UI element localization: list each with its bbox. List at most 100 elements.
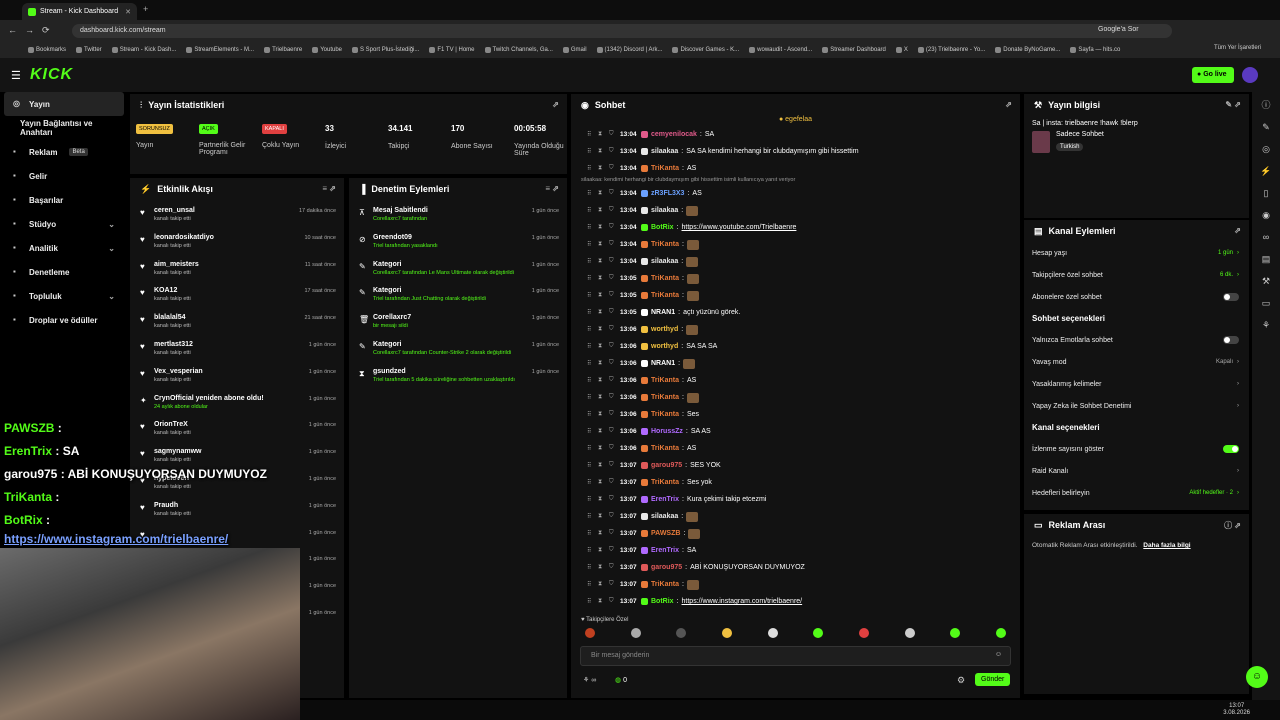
chat-message[interactable]: ⠿ ⧗ ⛉ 13:04 silaakaa: SA SA kendimi herhangi … bbox=[571, 143, 1020, 160]
chevron-right-icon[interactable]: › bbox=[1237, 272, 1239, 278]
shield-icon[interactable]: ⛉ bbox=[609, 530, 617, 537]
chat-message[interactable]: ⠿ ⧗ ⛉ 13:04 silaakaa: bbox=[571, 253, 1020, 270]
more-icon[interactable]: ⠿ bbox=[587, 207, 595, 214]
more-icon[interactable]: ⠿ bbox=[587, 496, 595, 503]
sidebar-item[interactable]: ▪ Başarılar bbox=[0, 188, 128, 212]
username[interactable]: HorussZz bbox=[651, 428, 683, 435]
timeout-icon[interactable]: ⧗ bbox=[598, 343, 606, 350]
sidebar-item[interactable]: ▪ Analitik ⌄ bbox=[0, 236, 128, 260]
shield-icon[interactable]: ⛉ bbox=[609, 564, 617, 571]
emoji-icon[interactable]: ☺ bbox=[995, 651, 1002, 658]
username[interactable]: PAWSZB bbox=[651, 530, 680, 537]
link-icon[interactable]: ∞ bbox=[1257, 228, 1275, 246]
bookmark-item[interactable]: Sayfa — hits.co bbox=[1070, 46, 1120, 54]
shield-icon[interactable]: ⛉ bbox=[609, 131, 617, 138]
timeout-icon[interactable]: ⧗ bbox=[598, 411, 606, 418]
popout-icon[interactable]: ⇗ bbox=[552, 100, 559, 109]
pen-icon[interactable]: ✎ bbox=[1257, 118, 1275, 136]
bookmark-item[interactable]: wowaudit - Ascend... bbox=[749, 46, 812, 54]
setting-row[interactable]: İzlenme sayısını göster bbox=[1024, 438, 1249, 460]
shield-icon[interactable]: ⛉ bbox=[609, 581, 617, 588]
chevron-right-icon[interactable]: › bbox=[1237, 468, 1239, 474]
timeout-icon[interactable]: ⧗ bbox=[598, 292, 606, 299]
timeout-icon[interactable]: ⧗ bbox=[598, 165, 606, 172]
more-icon[interactable]: ⠿ bbox=[587, 131, 595, 138]
bookmark-item[interactable]: Gmail bbox=[562, 46, 587, 54]
shield-icon[interactable]: ⛉ bbox=[609, 428, 617, 435]
chat-message[interactable]: ⠿ ⧗ ⛉ 13:04 TriKanta: bbox=[571, 236, 1020, 253]
shield-icon[interactable]: ⛉ bbox=[609, 241, 617, 248]
username[interactable]: TriKanta bbox=[651, 479, 679, 486]
chat-message[interactable]: ⠿ ⧗ ⛉ 13:04 TriKanta: AS bbox=[571, 160, 1020, 177]
timeout-icon[interactable]: ⧗ bbox=[598, 275, 606, 282]
shield-icon[interactable]: ⛉ bbox=[609, 326, 617, 333]
bookmark-item[interactable]: Streamer Dashboard bbox=[822, 46, 886, 54]
username[interactable]: garou975 bbox=[651, 462, 682, 469]
timeout-icon[interactable]: ⧗ bbox=[598, 479, 606, 486]
more-icon[interactable]: ⠿ bbox=[587, 326, 595, 333]
more-icon[interactable]: ⠿ bbox=[587, 564, 595, 571]
username[interactable]: TriKanta bbox=[651, 275, 679, 282]
more-icon[interactable]: ⠿ bbox=[587, 190, 595, 197]
username[interactable]: silaakaa bbox=[651, 258, 678, 265]
shield-icon[interactable]: ⛉ bbox=[609, 224, 617, 231]
shield-icon[interactable]: ⛉ bbox=[609, 292, 617, 299]
username[interactable]: ErenTrix bbox=[651, 547, 679, 554]
more-icon[interactable]: ⠿ bbox=[587, 530, 595, 537]
emote-icon[interactable] bbox=[585, 628, 595, 638]
more-icon[interactable]: ⠿ bbox=[587, 275, 595, 282]
timeout-icon[interactable]: ⧗ bbox=[598, 190, 606, 197]
username[interactable]: BotRix bbox=[651, 224, 674, 231]
bookmark-item[interactable]: S Sport Plus-İstediği... bbox=[352, 46, 419, 54]
username[interactable]: NRAN1 bbox=[651, 309, 675, 316]
username[interactable]: TriKanta bbox=[651, 292, 679, 299]
send-button[interactable]: Gönder bbox=[975, 673, 1011, 686]
timeout-icon[interactable]: ⧗ bbox=[598, 564, 606, 571]
timeout-icon[interactable]: ⧗ bbox=[598, 131, 606, 138]
shield-icon[interactable]: ⛉ bbox=[609, 496, 617, 503]
shield-icon[interactable]: ⛉ bbox=[609, 343, 617, 350]
chat-message[interactable]: ⠿ ⧗ ⛉ 13:07 PAWSZB: bbox=[571, 525, 1020, 542]
filter-icon[interactable]: ≡ ⇗ bbox=[322, 184, 336, 193]
timeout-icon[interactable]: ⧗ bbox=[598, 530, 606, 537]
more-icon[interactable]: ⠿ bbox=[587, 224, 595, 231]
emote-icon[interactable] bbox=[813, 628, 824, 638]
more-icon[interactable]: ⠿ bbox=[587, 411, 595, 418]
more-icon[interactable]: ⠿ bbox=[587, 309, 595, 316]
chat-message[interactable]: ⠿ ⧗ ⛉ 13:07 BotRix: https://www.instagram.com… bbox=[571, 593, 1020, 610]
info-icon[interactable]: ⓘ ⇗ bbox=[1224, 520, 1241, 531]
kick-logo[interactable]: KICK bbox=[30, 66, 73, 84]
more-icon[interactable]: ⠿ bbox=[587, 241, 595, 248]
username[interactable]: garou975 bbox=[651, 564, 682, 571]
doc-icon[interactable]: ▯ bbox=[1257, 184, 1275, 202]
setting-row[interactable]: Yasaklanmış kelimeler › bbox=[1024, 373, 1249, 395]
chat-message[interactable]: ⠿ ⧗ ⛉ 13:06 HorussZz: SA AS bbox=[571, 423, 1020, 440]
chat-message[interactable]: ⠿ ⧗ ⛉ 13:07 ErenTrix: Kura çekimi takip etcez… bbox=[571, 491, 1020, 508]
chat-message[interactable]: ⠿ ⧗ ⛉ 13:07 TriKanta: bbox=[571, 576, 1020, 593]
chevron-right-icon[interactable]: › bbox=[1237, 490, 1239, 496]
chevron-down-icon[interactable]: ⌄ bbox=[108, 220, 115, 229]
username[interactable]: cemyenilocak bbox=[651, 131, 697, 138]
shield-icon[interactable]: ⛉ bbox=[609, 479, 617, 486]
chat-message[interactable]: ⠿ ⧗ ⛉ 13:07 ErenTrix: SA bbox=[571, 542, 1020, 559]
toggle-switch[interactable] bbox=[1223, 445, 1239, 453]
bookmark-item[interactable]: Trielbaenre bbox=[264, 46, 302, 54]
bookmark-item[interactable]: StreamElements - M... bbox=[186, 46, 254, 54]
bookmark-item[interactable]: (23) Trielbaenre - Yo... bbox=[917, 46, 985, 54]
shield-icon[interactable]: ⛉ bbox=[609, 258, 617, 265]
bookmark-item[interactable]: Stream - Kick Dash... bbox=[111, 46, 176, 54]
setting-row[interactable]: Takipçilere özel sohbet 6 dk. › bbox=[1024, 264, 1249, 286]
bookmark-item[interactable]: Discover Games - K... bbox=[672, 46, 739, 54]
more-icon[interactable]: ⠿ bbox=[587, 258, 595, 265]
more-icon[interactable]: ⠿ bbox=[587, 292, 595, 299]
external-link-icon[interactable]: › bbox=[1237, 403, 1239, 409]
chat-message[interactable]: ⠿ ⧗ ⛉ 13:04 silaakaa: bbox=[571, 202, 1020, 219]
more-icon[interactable]: ⠿ bbox=[587, 360, 595, 367]
chat-message[interactable]: ⠿ ⧗ ⛉ 13:05 NRAN1: açtı yüzünü görek. bbox=[571, 304, 1020, 321]
username[interactable]: TriKanta bbox=[651, 165, 679, 172]
shield-icon[interactable]: ⛉ bbox=[609, 148, 617, 155]
google-ask-button[interactable]: Google'a Sor bbox=[1098, 26, 1139, 33]
popout-icon[interactable]: ⇗ bbox=[1005, 100, 1012, 109]
username[interactable]: ErenTrix bbox=[651, 496, 679, 503]
username[interactable]: worthyd bbox=[651, 326, 678, 333]
